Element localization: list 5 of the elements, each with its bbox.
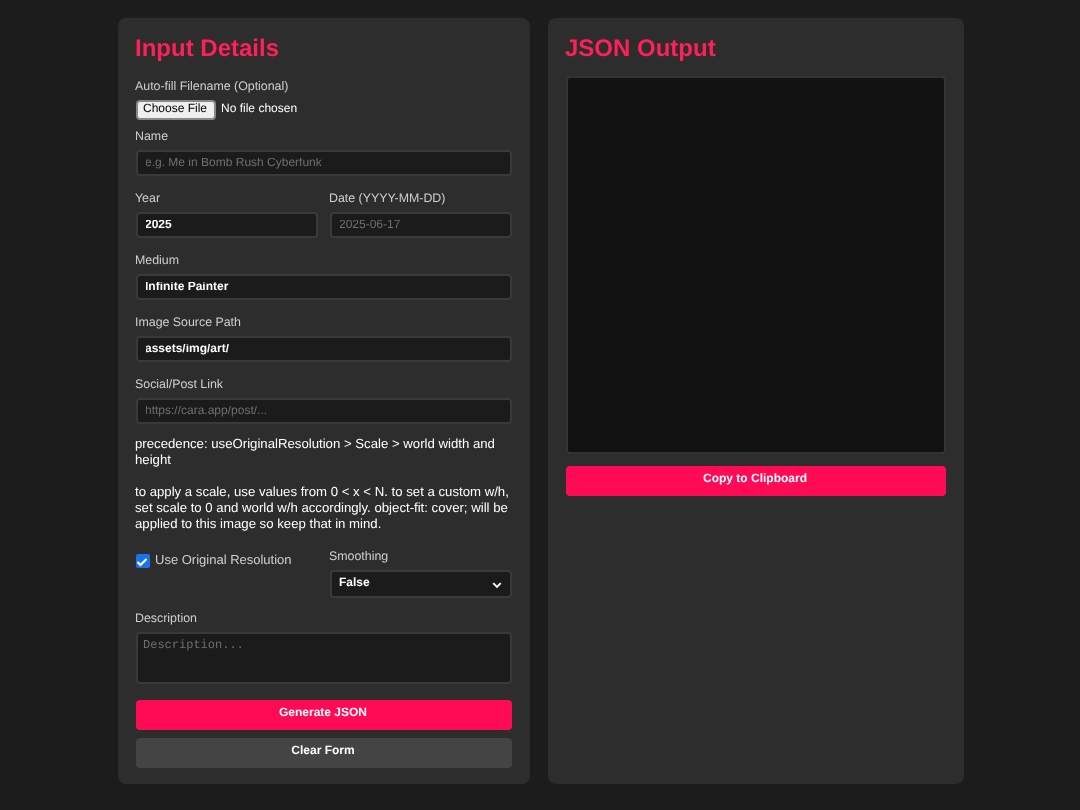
panel-title: Input Details bbox=[135, 34, 282, 62]
panel-title: JSON Output bbox=[565, 34, 718, 62]
checkbox[interactable] bbox=[135, 554, 149, 568]
json-output-field[interactable] bbox=[565, 76, 945, 454]
chevron-icon bbox=[491, 579, 501, 589]
